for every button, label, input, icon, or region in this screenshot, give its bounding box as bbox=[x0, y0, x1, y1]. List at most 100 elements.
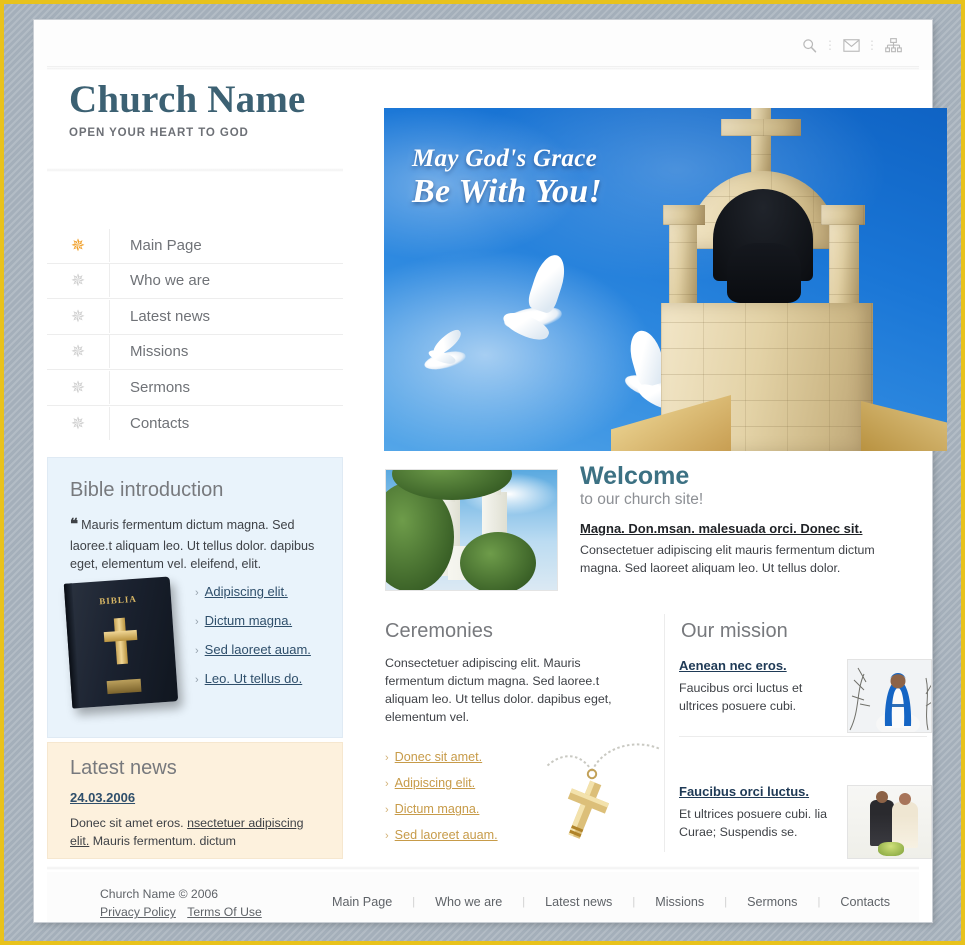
icon-separator-2 bbox=[866, 39, 878, 51]
footer-nav-separator: | bbox=[522, 896, 526, 908]
wedding-couple-thumbnail bbox=[847, 785, 932, 859]
footer-nav-separator: | bbox=[412, 896, 416, 908]
news-heading: Latest news bbox=[70, 757, 177, 779]
news-body-pre: Donec sit amet eros. bbox=[70, 816, 188, 830]
welcome-subheading: to our church site! bbox=[580, 491, 704, 509]
brand-block[interactable]: Church Name OPEN YOUR HEART TO GOD bbox=[69, 80, 369, 139]
mail-icon[interactable] bbox=[836, 32, 866, 58]
hero-caption: May God's Grace Be With You! bbox=[412, 146, 602, 209]
nav-item-main-page[interactable]: ✵ Main Page bbox=[47, 228, 343, 264]
sun-burst-icon: ✵ bbox=[70, 413, 86, 433]
nav-label: Who we are bbox=[130, 272, 211, 290]
mary-statue-thumbnail bbox=[847, 659, 932, 733]
sun-burst-icon: ✵ bbox=[70, 342, 86, 362]
search-icon[interactable] bbox=[794, 32, 824, 58]
footer-nav-separator: | bbox=[632, 896, 636, 908]
footer-nav-who-we-are[interactable]: Who we are bbox=[435, 895, 502, 909]
mission-item-link[interactable]: Faucibus orci luctus. bbox=[679, 784, 809, 799]
mission-item-link[interactable]: Aenean nec eros. bbox=[679, 658, 787, 673]
latest-news-panel: Latest news 24.03.2006 Donec sit amet er… bbox=[47, 742, 343, 859]
mission-item-body: Faucibus orci luctus et ultrices posuere… bbox=[679, 681, 803, 713]
sun-burst-icon: ✵ bbox=[70, 271, 86, 291]
nav-item-who-we-are[interactable]: ✵ Who we are bbox=[47, 264, 343, 299]
news-date-link[interactable]: 24.03.2006 bbox=[70, 790, 135, 805]
footer-nav-latest-news[interactable]: Latest news bbox=[545, 895, 612, 909]
footer-navigation: Main Page | Who we are | Latest news | M… bbox=[332, 895, 890, 909]
bible-link-label: Dictum magna. bbox=[204, 613, 293, 628]
privacy-policy-link[interactable]: Privacy Policy bbox=[100, 905, 176, 919]
welcome-text-block: Welcome to our church site! Magna. Don.m… bbox=[580, 463, 918, 578]
cross-pendant-image bbox=[534, 733, 664, 853]
welcome-headline-link[interactable]: Magna. Don.msan. malesuada orci. Donec s… bbox=[580, 521, 918, 536]
photo-tree-hedge bbox=[460, 532, 536, 590]
nav-label: Main Page bbox=[130, 236, 202, 254]
main-navigation: ✵ Main Page ✵ Who we are ✵ Latest news ✵… bbox=[47, 228, 343, 441]
ceremonies-body: Consectetuer adipiscing elit. Mauris fer… bbox=[385, 656, 612, 724]
site-title: Church Name bbox=[69, 78, 306, 121]
bible-link-label: Sed laoreet auam. bbox=[204, 642, 311, 657]
footer-nav-contacts[interactable]: Contacts bbox=[840, 895, 890, 909]
book-spine bbox=[63, 583, 81, 709]
cathedral-photo bbox=[385, 469, 558, 591]
nav-item-missions[interactable]: ✵ Missions bbox=[47, 335, 343, 370]
website-page: Church Name OPEN YOUR HEART TO GOD bbox=[34, 20, 947, 922]
ceremonies-link-label: Donec sit amet. bbox=[394, 750, 483, 765]
footer-nav-separator: | bbox=[817, 896, 821, 908]
welcome-block: Welcome to our church site! Magna. Don.m… bbox=[364, 457, 932, 612]
bible-link-label: Adipiscing elit. bbox=[204, 584, 288, 599]
site-footer: Church Name © 2006 Privacy Policy Terms … bbox=[47, 872, 919, 922]
quote-mark-icon: ❝ bbox=[70, 517, 79, 533]
hero-caption-line-2: Be With You! bbox=[412, 172, 603, 210]
bouquet bbox=[878, 842, 904, 856]
footer-divider bbox=[47, 866, 919, 870]
chevron-right-icon: › bbox=[385, 830, 389, 843]
nav-item-latest-news[interactable]: ✵ Latest news bbox=[47, 299, 343, 335]
mission-items-divider bbox=[679, 736, 927, 737]
header-divider bbox=[47, 168, 343, 172]
bell-tower-illustration bbox=[611, 108, 947, 451]
cross-icon bbox=[113, 617, 128, 665]
news-body-post: Mauris fermentum. dictum bbox=[89, 833, 236, 848]
chevron-right-icon: › bbox=[195, 674, 199, 686]
footer-nav-main-page[interactable]: Main Page bbox=[332, 895, 392, 909]
column-divider bbox=[664, 614, 665, 852]
footer-nav-separator: | bbox=[724, 896, 728, 908]
ceremonies-heading: Ceremonies bbox=[385, 620, 493, 642]
chevron-right-icon: › bbox=[385, 804, 389, 817]
bible-book-image: BIBLIA bbox=[63, 576, 179, 709]
bible-link[interactable]: › Sed laoreet auam. bbox=[195, 642, 311, 657]
book-title-text: BIBLIA bbox=[98, 593, 138, 607]
mission-item-body: Et ultrices posuere cubi. lia Curae; Sus… bbox=[679, 807, 828, 839]
sun-burst-icon: ✵ bbox=[70, 306, 86, 326]
ceremonies-link-label: Dictum magna. bbox=[394, 802, 480, 817]
chevron-right-icon: › bbox=[195, 587, 199, 599]
bible-quote-text: Mauris fermentum dictum magna. Sed laore… bbox=[70, 518, 315, 571]
bible-link[interactable]: › Dictum magna. bbox=[195, 613, 311, 628]
nav-label: Contacts bbox=[130, 414, 190, 432]
nav-item-contacts[interactable]: ✵ Contacts bbox=[47, 406, 343, 442]
welcome-body: Consectetuer adipiscing elit mauris ferm… bbox=[580, 543, 875, 576]
bible-introduction-panel: Bible introduction ❝ Mauris fermentum dic… bbox=[47, 457, 343, 738]
footer-nav-sermons[interactable]: Sermons bbox=[747, 895, 797, 909]
ceremonies-link-label: Sed laoreet auam. bbox=[394, 828, 498, 843]
sitemap-icon[interactable] bbox=[878, 32, 908, 58]
hero-banner: May God's Grace Be With You! bbox=[384, 108, 947, 451]
site-tagline: OPEN YOUR HEART TO GOD bbox=[69, 127, 249, 139]
mission-heading: Our mission bbox=[681, 620, 788, 642]
icon-separator-1 bbox=[824, 39, 836, 51]
bride-figure bbox=[892, 793, 918, 848]
nav-label: Sermons bbox=[130, 378, 191, 396]
bible-link[interactable]: › Leo. Ut tellus do. bbox=[195, 671, 311, 686]
footer-nav-missions[interactable]: Missions bbox=[655, 895, 704, 909]
book-cover: BIBLIA bbox=[63, 576, 179, 709]
bible-link[interactable]: › Adipiscing elit. bbox=[195, 584, 311, 599]
bible-quote: ❝ Mauris fermentum dictum magna. Sed laor… bbox=[70, 515, 320, 573]
chevron-right-icon: › bbox=[195, 645, 199, 657]
chevron-right-icon: › bbox=[385, 778, 389, 791]
mission-item: Aenean nec eros. Faucibus orci luctus et… bbox=[679, 657, 932, 743]
terms-of-use-link[interactable]: Terms Of Use bbox=[187, 905, 262, 919]
bible-link-label: Leo. Ut tellus do. bbox=[204, 671, 303, 686]
groom-figure bbox=[870, 791, 894, 846]
nav-item-sermons[interactable]: ✵ Sermons bbox=[47, 370, 343, 406]
footer-legal: Church Name © 2006 Privacy Policy Terms … bbox=[100, 885, 262, 922]
